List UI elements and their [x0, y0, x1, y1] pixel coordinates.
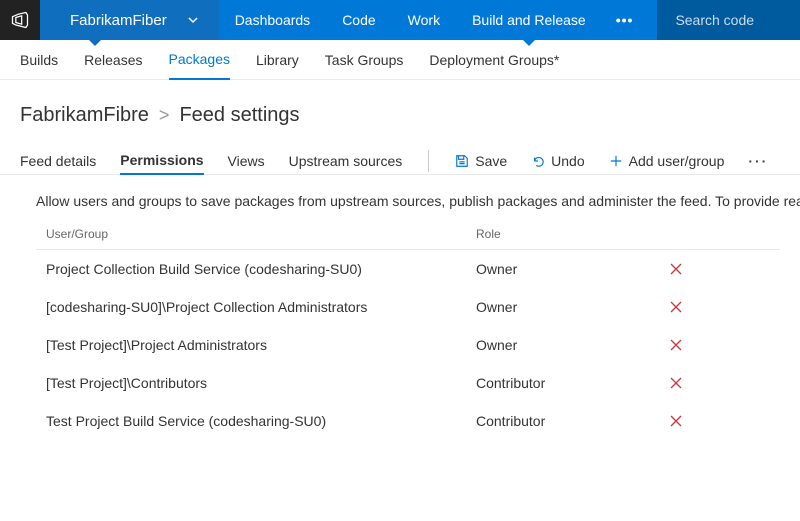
primary-nav: Dashboards Code Work Build and Release •…	[219, 0, 648, 40]
table-row[interactable]: [codesharing-SU0]\Project Collection Adm…	[36, 288, 780, 326]
ellipsis-icon: •••	[616, 12, 634, 28]
delete-button[interactable]	[668, 299, 684, 315]
save-button[interactable]: Save	[455, 153, 507, 169]
close-icon	[668, 375, 684, 391]
delete-button[interactable]	[668, 413, 684, 429]
tab-upstream-sources[interactable]: Upstream sources	[289, 147, 403, 174]
search-box[interactable]: Search code	[657, 0, 800, 40]
table-row[interactable]: [Test Project]\Contributors Contributor	[36, 364, 780, 402]
cell-user-group: [Test Project]\Contributors	[36, 375, 476, 391]
permissions-table: User/Group Role Project Collection Build…	[0, 219, 800, 440]
cell-role: Owner	[476, 261, 646, 277]
cell-role: Contributor	[476, 413, 646, 429]
tab-views[interactable]: Views	[228, 147, 265, 174]
chevron-down-icon	[187, 14, 199, 26]
tab-feed-details[interactable]: Feed details	[20, 147, 96, 174]
close-icon	[668, 299, 684, 315]
project-switcher[interactable]: FabrikamFiber	[40, 0, 219, 40]
tab-label: Upstream sources	[289, 153, 403, 169]
delete-button[interactable]	[668, 337, 684, 353]
hub-task-groups[interactable]: Task Groups	[325, 40, 404, 79]
hub-label: Task Groups	[325, 52, 404, 68]
table-header-row: User/Group Role	[36, 219, 780, 250]
cell-user-group: Test Project Build Service (codesharing-…	[36, 413, 476, 429]
toolbar-divider	[428, 150, 429, 172]
nav-build-release[interactable]: Build and Release	[456, 0, 602, 40]
hub-nav: Builds Releases Packages Library Task Gr…	[0, 40, 800, 80]
hub-packages[interactable]: Packages	[169, 41, 230, 80]
cell-user-group: [codesharing-SU0]\Project Collection Adm…	[36, 299, 476, 315]
nav-work[interactable]: Work	[392, 0, 456, 40]
close-icon	[668, 413, 684, 429]
vsts-logo[interactable]	[0, 0, 40, 40]
close-icon	[668, 261, 684, 277]
breadcrumb-root[interactable]: FabrikamFibre	[20, 104, 149, 127]
breadcrumb: FabrikamFibre > Feed settings	[0, 80, 800, 135]
close-icon	[668, 337, 684, 353]
hub-label: Packages	[169, 51, 230, 67]
cell-user-group: [Test Project]\Project Administrators	[36, 337, 476, 353]
plus-icon	[609, 154, 623, 168]
ellipsis-icon: ···	[748, 153, 768, 169]
header-user-group[interactable]: User/Group	[36, 227, 476, 241]
header-role[interactable]: Role	[476, 227, 646, 241]
hub-label: Deployment Groups*	[429, 52, 559, 68]
undo-icon	[531, 154, 545, 168]
nav-dashboards[interactable]: Dashboards	[219, 0, 327, 40]
global-nav: FabrikamFiber Dashboards Code Work Build…	[0, 0, 800, 40]
hub-deployment-groups[interactable]: Deployment Groups*	[429, 40, 559, 79]
delete-button[interactable]	[668, 375, 684, 391]
tab-permissions[interactable]: Permissions	[120, 148, 203, 175]
hub-builds[interactable]: Builds	[20, 40, 58, 79]
cell-user-group: Project Collection Build Service (codesh…	[36, 261, 476, 277]
nav-overflow[interactable]: •••	[602, 0, 648, 40]
permissions-description: Allow users and groups to save packages …	[0, 175, 800, 219]
tab-label: Feed details	[20, 153, 96, 169]
action-label: Save	[475, 153, 507, 169]
hub-library[interactable]: Library	[256, 40, 299, 79]
nav-code[interactable]: Code	[326, 0, 391, 40]
nav-label: Code	[342, 12, 375, 28]
table-row[interactable]: Test Project Build Service (codesharing-…	[36, 402, 780, 440]
breadcrumb-separator-icon: >	[159, 105, 170, 126]
hub-label: Library	[256, 52, 299, 68]
hub-label: Releases	[84, 52, 142, 68]
cell-role: Contributor	[476, 375, 646, 391]
save-icon	[455, 154, 469, 168]
toolbar-overflow[interactable]: ···	[748, 153, 768, 169]
cell-role: Owner	[476, 337, 646, 353]
page-title: Feed settings	[179, 104, 299, 127]
page-toolbar: Feed details Permissions Views Upstream …	[0, 135, 800, 175]
nav-label: Build and Release	[472, 12, 586, 28]
nav-label: Work	[408, 12, 440, 28]
table-row[interactable]: Project Collection Build Service (codesh…	[36, 250, 780, 288]
add-user-group-button[interactable]: Add user/group	[609, 153, 725, 169]
nav-label: Dashboards	[235, 12, 311, 28]
hub-label: Builds	[20, 52, 58, 68]
action-label: Add user/group	[629, 153, 725, 169]
table-row[interactable]: [Test Project]\Project Administrators Ow…	[36, 326, 780, 364]
vsts-logo-icon	[10, 10, 30, 30]
action-label: Undo	[551, 153, 584, 169]
cell-role: Owner	[476, 299, 646, 315]
tab-label: Permissions	[120, 152, 203, 168]
project-name: FabrikamFiber	[70, 12, 167, 29]
tab-label: Views	[228, 153, 265, 169]
delete-button[interactable]	[668, 261, 684, 277]
undo-button[interactable]: Undo	[531, 153, 584, 169]
search-placeholder: Search code	[675, 12, 754, 28]
